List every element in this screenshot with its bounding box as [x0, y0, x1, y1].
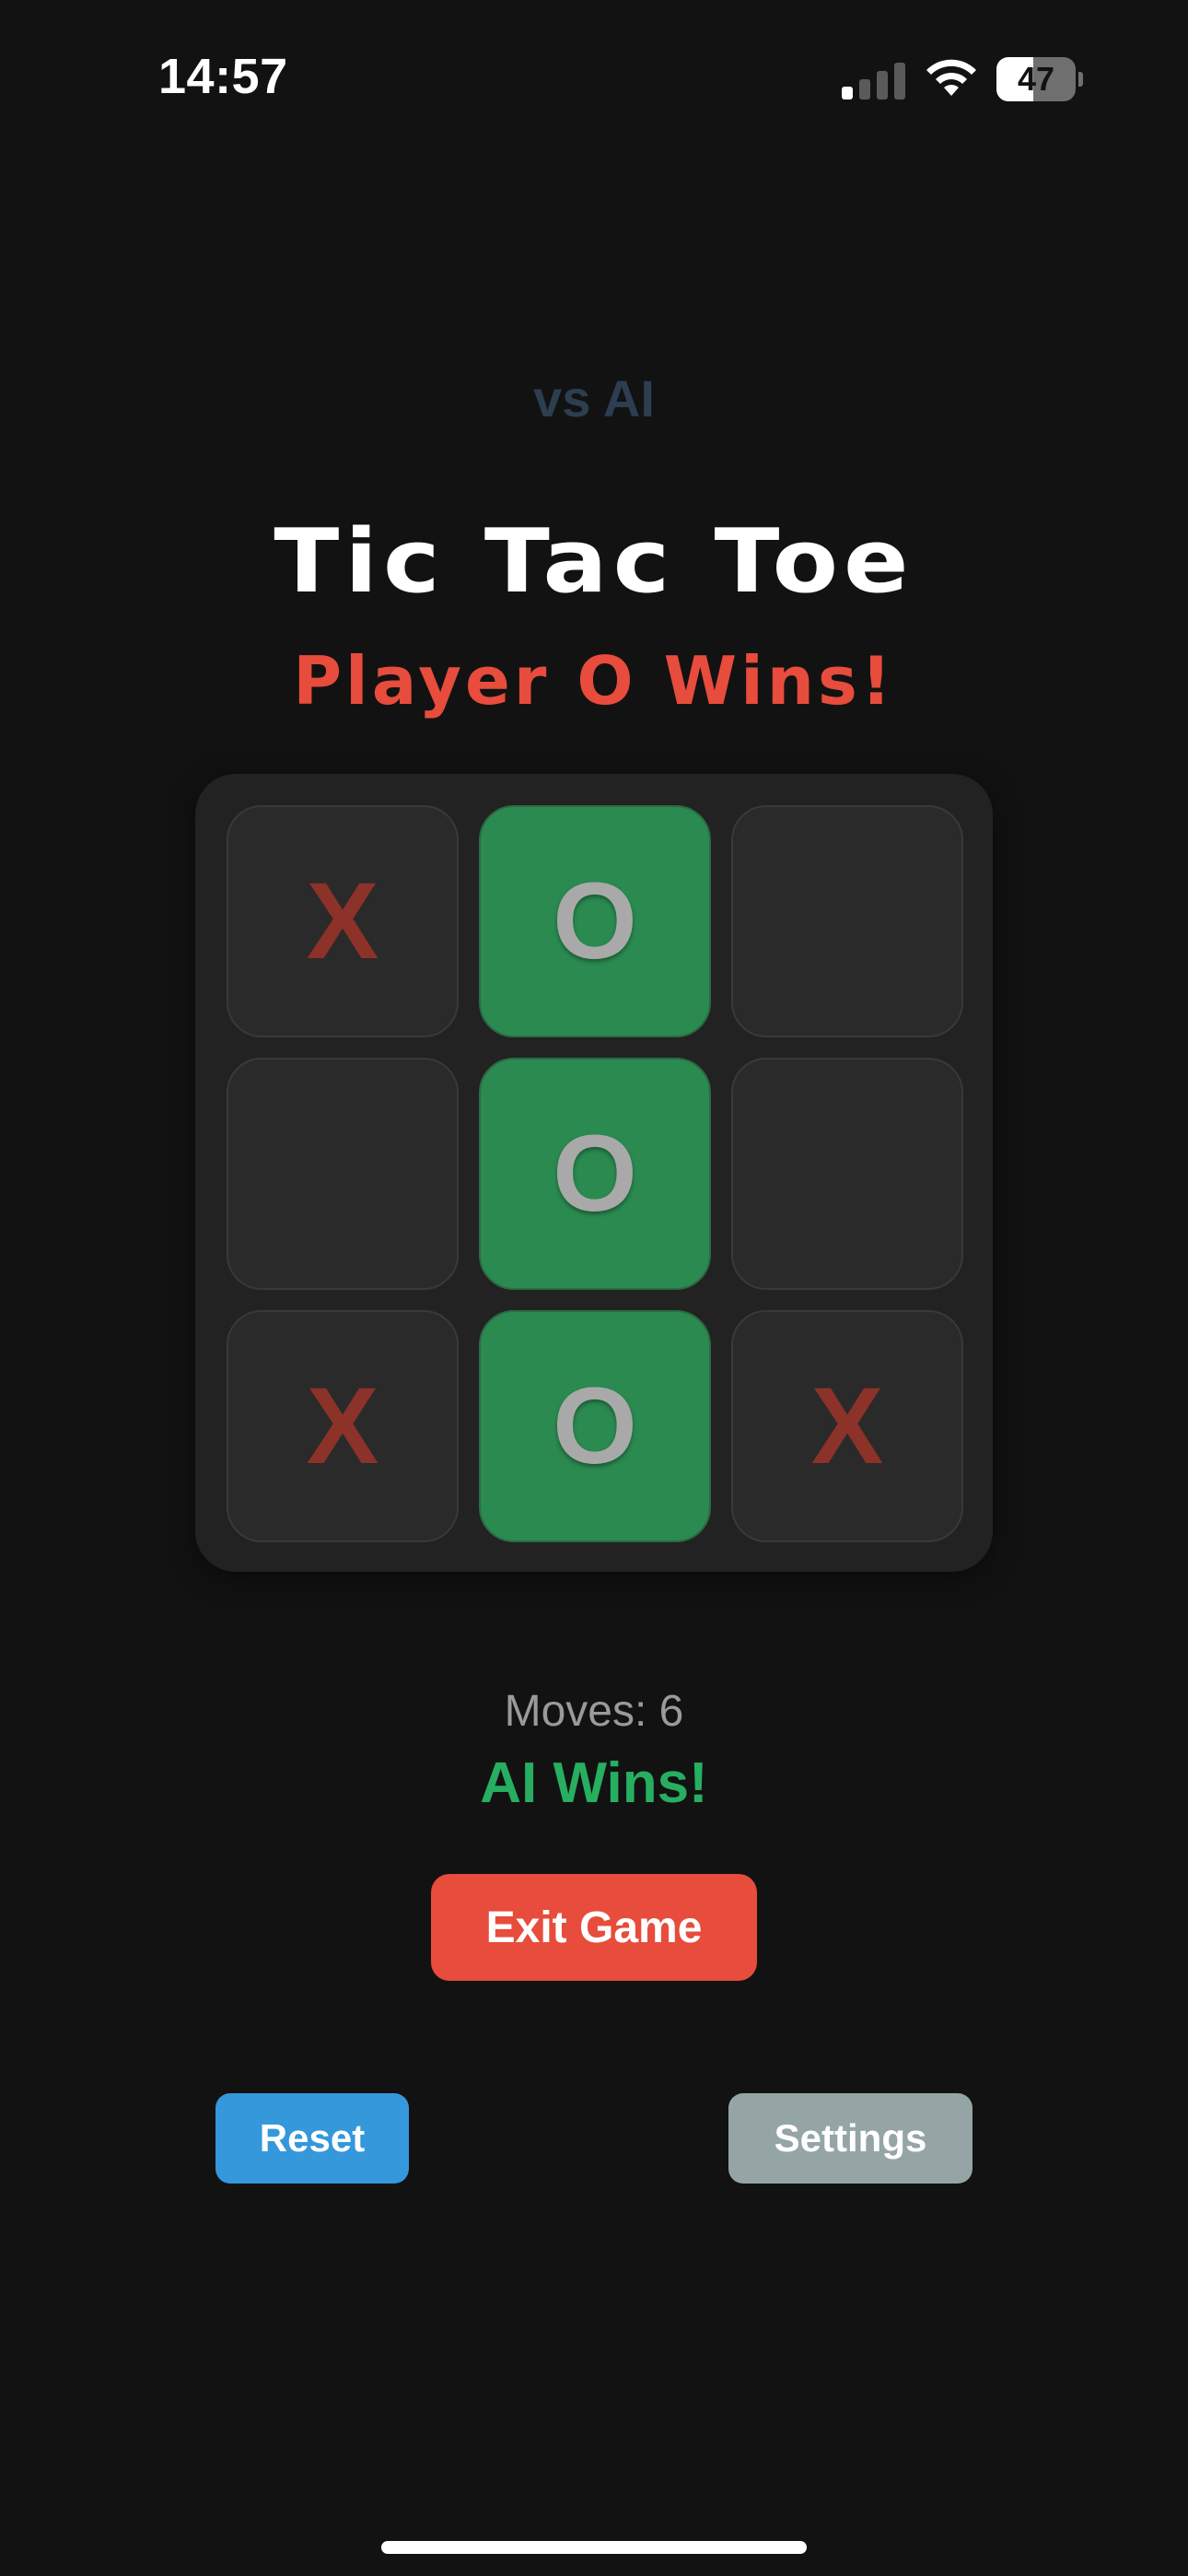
- game-result: AI Wins!: [480, 1751, 708, 1815]
- battery-icon: 47: [996, 57, 1083, 101]
- status-bar-time: 14:57: [158, 49, 288, 104]
- board-cell[interactable]: [227, 1058, 459, 1290]
- board-cell[interactable]: X: [227, 1310, 459, 1542]
- board-cell[interactable]: X: [731, 1310, 963, 1542]
- board-cell[interactable]: O: [479, 805, 711, 1037]
- wifi-icon: [926, 59, 976, 96]
- game-board: XOOXOX: [195, 774, 993, 1572]
- reset-button[interactable]: Reset: [215, 2093, 409, 2184]
- home-indicator: [381, 2541, 807, 2554]
- battery-nub: [1078, 72, 1083, 87]
- game-title: Tic Tac Toe: [274, 509, 914, 614]
- signal-bar: [842, 87, 853, 100]
- signal-bar: [877, 71, 888, 100]
- board-cell[interactable]: O: [479, 1310, 711, 1542]
- board-cell[interactable]: [731, 805, 963, 1037]
- battery-body: 47: [996, 57, 1076, 101]
- game-mode-label: vs AI: [533, 369, 655, 427]
- signal-bar: [859, 79, 870, 100]
- game-status-message: Player O Wins!: [293, 642, 895, 720]
- board-cell[interactable]: O: [479, 1058, 711, 1290]
- cellular-signal-icon: [842, 61, 906, 100]
- battery-level-text: 47: [1017, 60, 1055, 98]
- board-cell[interactable]: [731, 1058, 963, 1290]
- move-counter: Moves: 6: [504, 1687, 684, 1736]
- exit-game-button[interactable]: Exit Game: [431, 1874, 757, 1981]
- board-cell[interactable]: X: [227, 805, 459, 1037]
- settings-button[interactable]: Settings: [728, 2093, 973, 2184]
- signal-bar: [894, 63, 905, 100]
